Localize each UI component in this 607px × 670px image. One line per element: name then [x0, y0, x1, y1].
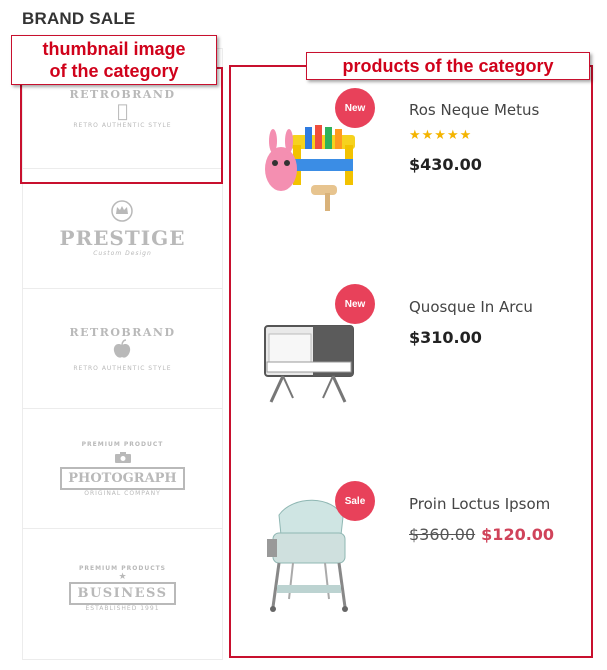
new-badge: New — [335, 88, 375, 128]
product-name[interactable]: Quosque In Arcu — [409, 298, 533, 316]
brand-thumbnail-photograph[interactable]: PREMIUM PRODUCT PHOTOGRAPH ORIGINAL COMP… — [23, 409, 222, 529]
camera-icon — [114, 451, 131, 463]
brand-thumbnail-retrobrand-2[interactable]: RETROBRAND RETRO AUTHENTIC STYLE — [23, 289, 222, 409]
sale-price: $120.00 — [481, 525, 555, 544]
new-badge: New — [335, 284, 375, 324]
product-name[interactable]: Proin Loctus Ipsom — [409, 495, 550, 513]
brand-thumbnail-prestige[interactable]: PRESTIGE Custom Design — [23, 169, 222, 289]
business-logo: PREMIUM PRODUCTS ★ BUSINESS ESTABLISHED … — [69, 565, 176, 612]
photograph-logo: PREMIUM PRODUCT PHOTOGRAPH ORIGINAL COMP… — [60, 441, 185, 497]
apple-icon — [114, 338, 131, 358]
sale-badge: Sale — [335, 481, 375, 521]
rating-stars: ★★★★★ — [409, 127, 473, 142]
product-name[interactable]: Ros Neque Metus — [409, 101, 539, 119]
brand-thumbnail-business[interactable]: PREMIUM PRODUCTS ★ BUSINESS ESTABLISHED … — [23, 529, 222, 648]
star-icon: ★ — [118, 572, 127, 582]
crown-icon — [111, 200, 134, 222]
product-card[interactable]: New Quosque In Arcu $310.00 — [231, 264, 595, 454]
product-price: $310.00 — [409, 328, 482, 347]
prestige-logo: PRESTIGE Custom Design — [60, 200, 186, 257]
product-card[interactable]: New Ros Neque Metus ★★★★★ $430.00 — [231, 67, 595, 257]
section-title: BRAND SALE — [22, 9, 136, 28]
product-price: $430.00 — [409, 155, 482, 174]
products-annotation: products of the category — [306, 52, 590, 80]
product-card[interactable]: Sale Proin Loctus Ipsom $360.00 $120.00 — [231, 461, 595, 651]
products-container: New Ros Neque Metus ★★★★★ $430.00 New Qu… — [229, 65, 593, 658]
thumbnail-annotation: thumbnail image of the category — [11, 35, 217, 85]
retrobrand-logo: RETROBRAND RETRO AUTHENTIC STYLE — [69, 325, 176, 372]
product-price: $360.00 $120.00 — [409, 525, 554, 544]
old-price: $360.00 — [409, 525, 476, 544]
